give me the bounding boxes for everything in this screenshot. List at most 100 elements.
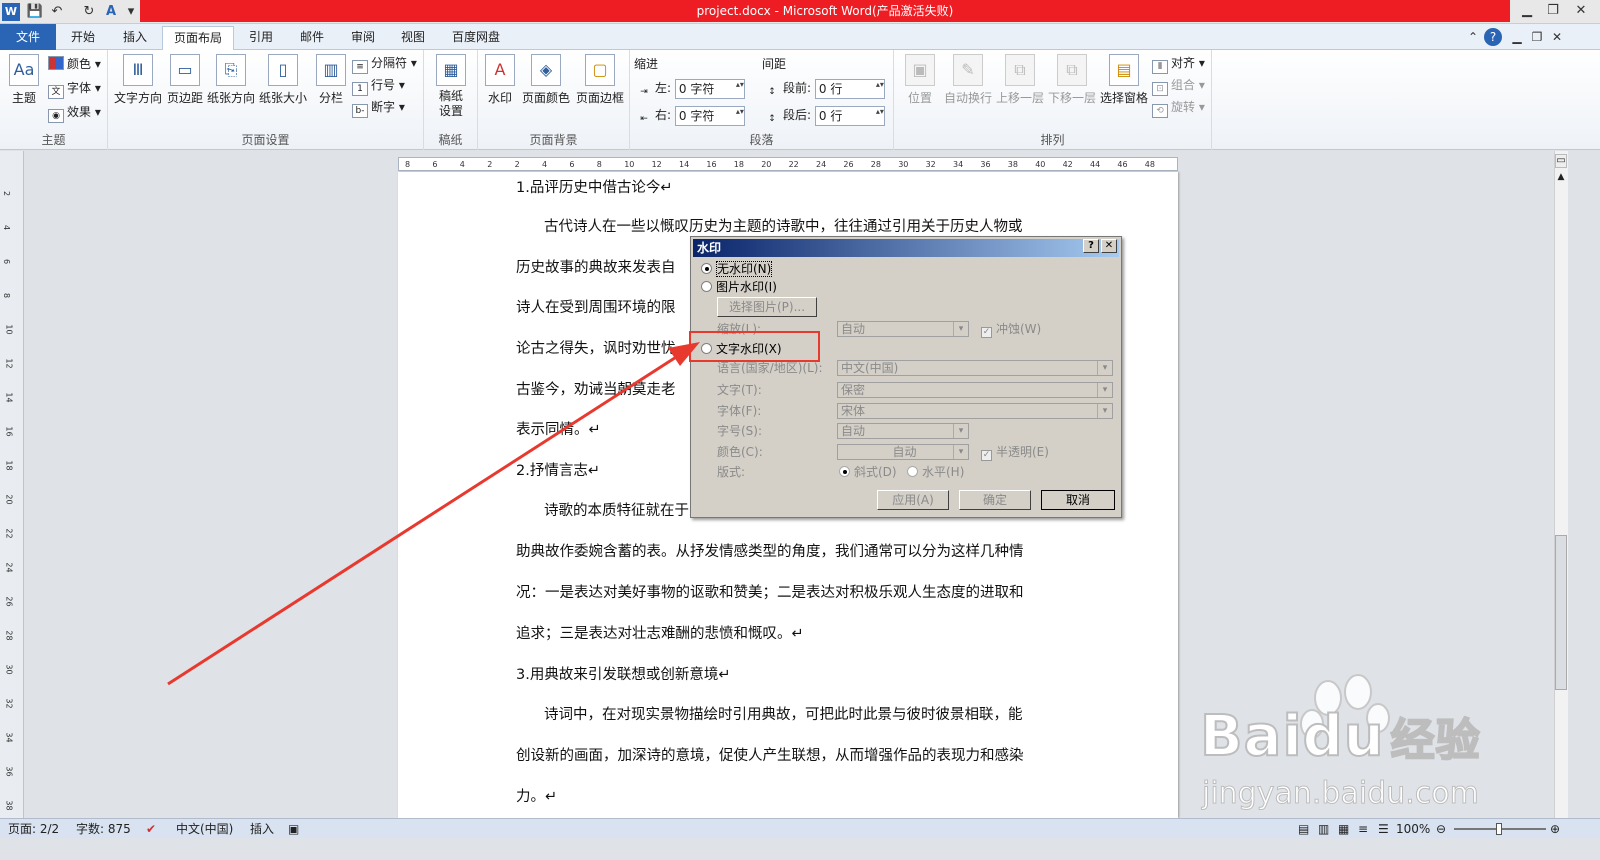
web-layout-icon[interactable]: ▦ [1338,819,1349,839]
vruler-tick-label: 6 [2,258,12,265]
no-watermark-radio[interactable]: 无水印(N) [701,261,773,277]
reading-layout-icon[interactable]: ▥ [1318,819,1329,839]
ruler-toggle-icon[interactable]: ▭ [1555,154,1567,168]
send-backward-button[interactable]: ⧉ 下移一层 [1046,54,1098,106]
bring-forward-button[interactable]: ⧉ 上移一层 [994,54,1046,106]
status-words[interactable]: 字数: 875 [76,819,131,839]
draft-icon[interactable]: ☰ [1378,819,1389,839]
redo-icon[interactable]: ↻ [80,3,98,21]
proofing-icon[interactable]: ✔ [146,819,156,839]
print-layout-icon[interactable]: ▤ [1298,819,1309,839]
status-language[interactable]: 中文(中国) [176,819,233,839]
watermark-button[interactable]: A 水印 [484,54,516,106]
size-select[interactable]: 自动 [837,423,969,439]
text-direction-button[interactable]: Ⅲ 文字方向 [114,54,162,106]
outline-icon[interactable]: ≡ [1358,819,1368,839]
macro-record-icon[interactable]: ▣ [288,819,299,839]
vertical-scrollbar[interactable] [1554,151,1568,818]
manuscript-settings-button[interactable]: ▦ 稿纸 设置 [430,54,472,119]
horizontal-ruler[interactable]: 8 6 4 2 2 4 6 8 10 12 14 16 18 20 22 24 26 28 30 32 34 36 38 40… [398,157,1178,171]
tab-file[interactable]: 文件 [0,24,56,50]
indent-right-input[interactable]: 0 字符 [674,105,745,126]
spacing-before-input[interactable]: 0 行 [814,78,885,99]
theme-effects-button[interactable]: ◉ 效果 ▾ [48,102,101,123]
rotate-button[interactable]: ⟲ 旋转 ▾ [1152,97,1205,118]
watermark-url: jingyan.baidu.com [1202,776,1480,812]
line-numbers-button[interactable]: 1 行号 ▾ [352,75,405,96]
picture-watermark-radio[interactable]: 图片水印(I) [701,279,777,295]
text-direction-icon: Ⅲ [123,54,153,86]
tab-page-layout[interactable]: 页面布局 [162,26,235,51]
restore-icon[interactable]: ❐ [1540,1,1566,21]
page-color-button[interactable]: ◈ 页面颜色 [520,54,572,106]
tab-references[interactable]: 引用 [238,26,284,50]
washout-checkbox[interactable]: ✓ 冲蚀(W) [981,321,1041,338]
diagonal-radio[interactable]: 斜式(D) [839,464,897,480]
doc-restore-icon[interactable]: ❐ [1528,28,1546,46]
selection-pane-button[interactable]: ▤ 选择窗格 [1098,54,1150,106]
hyphenation-button[interactable]: b- 断字 ▾ [352,97,405,118]
status-page[interactable]: 页面: 2/2 [8,819,59,839]
spacing-after-input[interactable]: 0 行 [814,105,885,126]
tab-view[interactable]: 视图 [390,26,436,50]
align-button[interactable]: ⫴ 对齐 ▾ [1152,53,1205,74]
customize-toolbar-icon[interactable]: ▾ [122,3,140,21]
zoom-slider-thumb[interactable] [1496,823,1502,835]
tab-home[interactable]: 开始 [60,26,106,50]
columns-button[interactable]: ▥ 分栏 [314,54,348,106]
page-borders-button[interactable]: ▢ 页面边框 [574,54,626,106]
zoom-out-icon[interactable]: ⊖ [1436,819,1446,839]
wrap-text-icon: ✎ [953,54,983,86]
font-select[interactable]: 宋体 [837,403,1113,419]
tab-review[interactable]: 审阅 [340,26,386,50]
tab-insert[interactable]: 插入 [112,26,158,50]
group-button[interactable]: ⊡ 组合 ▾ [1152,75,1205,96]
ruler-tick-label: 8 [405,160,411,169]
dialog-help-button[interactable]: ? [1083,239,1099,253]
language-label: 语言(国家/地区)(L): [717,361,823,375]
font-color-icon[interactable]: A [102,3,120,21]
doc-minimize-icon[interactable]: ▁ [1508,28,1526,46]
scroll-up-icon[interactable]: ▲ [1555,172,1567,186]
help-icon[interactable]: ? [1484,28,1502,46]
text-select[interactable]: 保密 [837,382,1113,398]
theme-colors-button[interactable]: 颜色 ▾ [48,54,101,74]
language-select[interactable]: 中文(中国) [837,360,1113,376]
undo-icon[interactable]: ↶ [48,3,66,21]
theme-fonts-button[interactable]: 文字体 ▾ [48,78,101,99]
vruler-tick-label: 30 [4,664,14,675]
theme-button[interactable]: Aa 主题 [6,54,42,106]
apply-button[interactable]: 应用(A) [877,490,949,510]
tab-baidu-netdisk[interactable]: 百度网盘 [441,26,511,50]
zoom-in-icon[interactable]: ⊕ [1550,819,1560,839]
minimize-ribbon-icon[interactable]: ⌃ [1464,28,1482,46]
minimize-icon[interactable]: ▁ [1514,1,1540,21]
tab-mailings[interactable]: 邮件 [289,26,335,50]
semitransparent-checkbox[interactable]: ✓ 半透明(E) [981,444,1049,461]
ruler-tick-label: 26 [843,160,854,169]
select-picture-button[interactable]: 选择图片(P)... [717,297,817,317]
vruler-tick-label: 36 [4,766,14,777]
cancel-button[interactable]: 取消 [1041,490,1115,510]
color-select[interactable]: 自动 [837,444,969,460]
margins-button[interactable]: ▭ 页边距 [166,54,204,106]
doc-heading-2: 2.抒情言志↵ [516,463,600,479]
close-window-icon[interactable]: ✕ [1566,1,1596,21]
dialog-close-button[interactable]: ✕ [1101,239,1117,253]
size-button[interactable]: ▯ 纸张大小 [258,54,308,106]
ok-button[interactable]: 确定 [959,490,1031,510]
zoom-level[interactable]: 100% [1396,819,1430,839]
breaks-button[interactable]: ≡ 分隔符 ▾ [352,53,417,74]
orientation-button[interactable]: ⎘ 纸张方向 [206,54,256,106]
status-mode[interactable]: 插入 [250,819,274,839]
position-button[interactable]: ▣ 位置 [900,54,940,106]
scrollbar-thumb[interactable] [1555,535,1567,690]
indent-left-input[interactable]: 0 字符 [674,78,745,99]
doc-line: 创设新的画面，加深诗的意境，促使人产生联想，从而增强作品的表现力和感染 [516,748,1024,764]
scale-select[interactable]: 自动 [837,321,969,337]
wrap-text-button[interactable]: ✎ 自动换行 [942,54,994,106]
horizontal-radio[interactable]: 水平(H) [907,464,964,480]
save-icon[interactable]: 💾 [26,3,44,21]
ruler-tick-label: 6 [569,160,575,169]
doc-close-icon[interactable]: ✕ [1548,28,1566,46]
